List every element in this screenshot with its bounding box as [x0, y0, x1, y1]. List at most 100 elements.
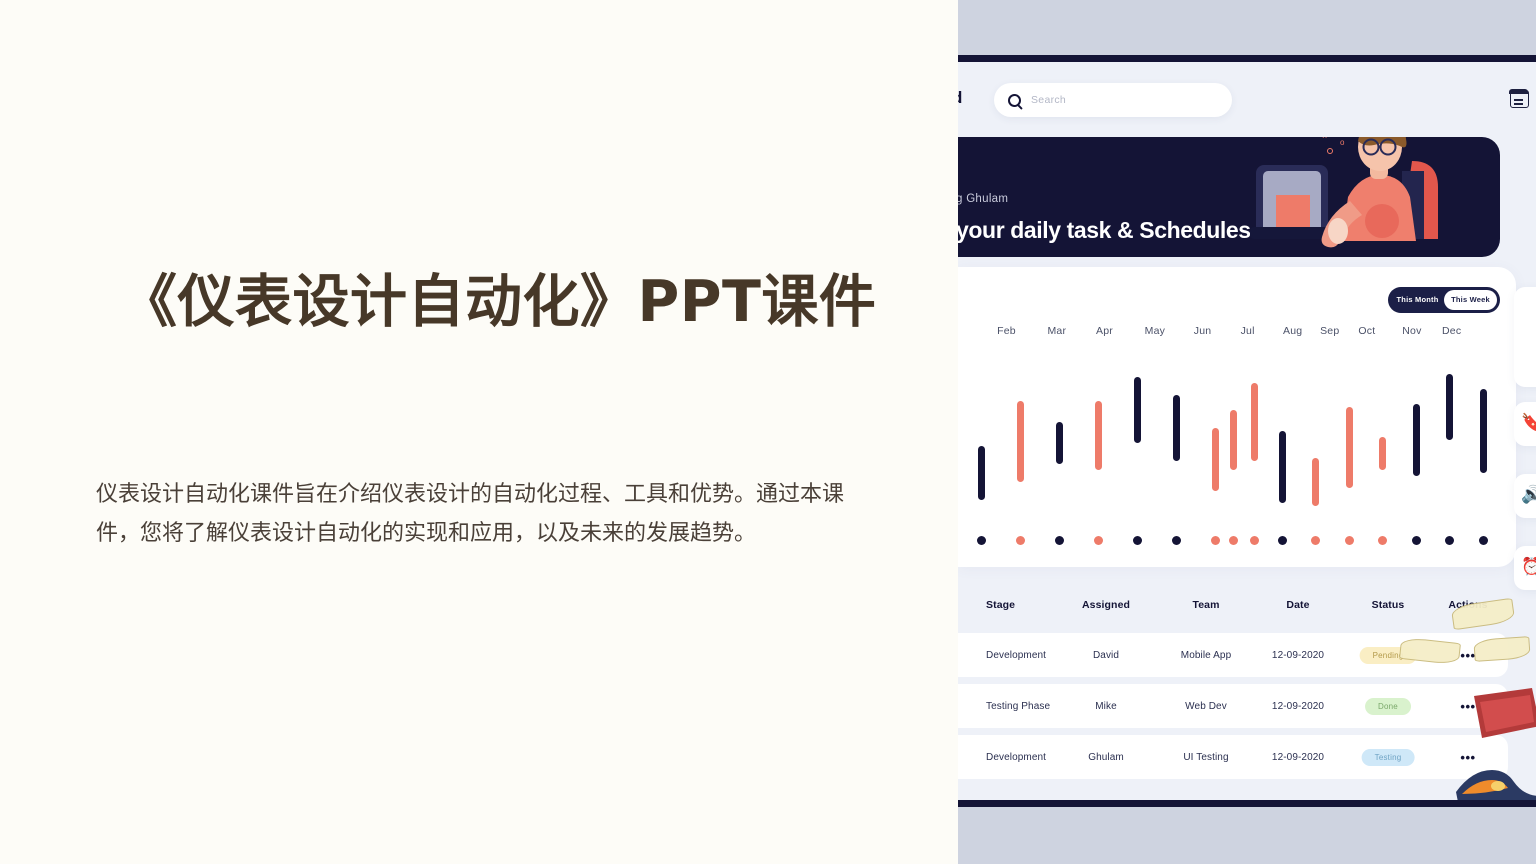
status-badge: Done — [1365, 697, 1411, 715]
chart-x-tick: Jul — [1240, 325, 1255, 337]
hero-banner: g Ghulam your daily task & Schedules × o — [958, 137, 1500, 257]
table-cell: Mike — [1095, 700, 1117, 712]
table-cell: Mobile App — [1180, 649, 1232, 661]
chart-x-tick: Dec — [1442, 325, 1462, 337]
table-cell: Development — [986, 751, 1047, 763]
sneaker-decoration — [1456, 770, 1536, 800]
chart-bar-dot — [1445, 536, 1455, 545]
table-cell: Development — [986, 649, 1047, 661]
chart-bar — [1479, 389, 1487, 473]
svg-text:×: × — [1322, 137, 1327, 141]
chart-x-tick: Oct — [1358, 325, 1376, 337]
rail-bookmark-off-button[interactable]: 🔖 — [1514, 402, 1536, 446]
table-column-header: Status — [1371, 599, 1405, 611]
chart-bar — [1345, 407, 1353, 488]
table-cell: 12-09-2020 — [1271, 649, 1325, 661]
table-cell: UI Testing — [1183, 751, 1229, 763]
bookmark-off-icon: 🔖 — [1521, 413, 1536, 432]
chart-bar — [1312, 458, 1320, 506]
chart-bar-dot — [1210, 536, 1220, 545]
table-cell: David — [1092, 649, 1120, 661]
chart-bar — [1172, 395, 1180, 461]
chart-bar-dot — [1311, 536, 1321, 545]
slide-root: 《仪表设计自动化》PPT课件 仪表设计自动化课件旨在介绍仪表设计的自动化过程、工… — [0, 0, 1536, 864]
tasks-table: StageAssignedTeamDateStatusActions Devel… — [958, 587, 1516, 800]
briefcase-decoration — [1474, 688, 1536, 738]
chart-x-tick: Sep — [1320, 325, 1340, 337]
table-column-header: Stage — [986, 599, 1016, 611]
chart-bar-dot — [1229, 536, 1239, 545]
toggle-this-month[interactable]: This Month — [1391, 290, 1444, 310]
hero-headline: your daily task & Schedules — [958, 217, 1251, 243]
chart-x-tick: Mar — [1047, 325, 1067, 337]
megaphone-icon: 🔊 — [1521, 485, 1536, 504]
chart-bar-dot — [1478, 536, 1488, 545]
person-at-computer-illustration: × o — [1250, 137, 1438, 248]
chart-bar-dot — [1054, 536, 1064, 545]
chart-x-tick: Jun — [1193, 325, 1212, 337]
activity-chart-card: This Month This Week Feb Mar Apr May Jun Jul A… — [958, 267, 1516, 567]
page-title: 《仪表设计自动化》PPT课件 — [120, 269, 877, 335]
chart-bar-dot — [1378, 536, 1388, 545]
chart-x-tick: Feb — [997, 325, 1016, 337]
chart-bar — [1412, 404, 1420, 476]
search-input[interactable]: Search — [994, 83, 1232, 117]
hero-greeting: g Ghulam — [958, 193, 1009, 205]
toggle-this-week[interactable]: This Week — [1444, 290, 1497, 310]
rail-card-panel[interactable] — [1514, 287, 1536, 387]
table-cell: Web Dev — [1185, 700, 1227, 712]
table-cell: Testing Phase — [986, 700, 1051, 712]
table-column-header: Team — [1192, 599, 1220, 611]
dashboard-topbar: d Search — [958, 62, 1536, 137]
rail-megaphone-button[interactable]: 🔊 — [1514, 474, 1536, 518]
chart-bar — [1094, 401, 1102, 470]
chart-x-axis-labels: Feb Mar Apr May Jun Jul Aug Sep Oct Nov Dec — [972, 325, 1502, 343]
bottom-divider-band — [958, 800, 1536, 807]
chart-bar-dot — [1411, 536, 1421, 545]
slide-description: 仪表设计自动化课件旨在介绍仪表设计的自动化过程、工具和优势。通过本课件，您将了解… — [96, 482, 845, 547]
chart-bars — [958, 359, 1516, 549]
search-placeholder: Search — [1031, 94, 1067, 106]
chart-bar — [1133, 377, 1141, 443]
calendar-icon[interactable] — [1509, 89, 1529, 108]
chart-bar-dot — [1093, 536, 1103, 545]
slide-left-panel: 《仪表设计自动化》PPT课件 仪表设计自动化课件旨在介绍仪表设计的自动化过程、工… — [0, 0, 960, 864]
status-badge: Testing — [1361, 748, 1415, 766]
chart-bar — [1278, 431, 1286, 503]
table-header-row: StageAssignedTeamDateStatusActions — [958, 587, 1508, 623]
table-row[interactable]: Testing Phase Mike Web Dev 12-09-2020 Done ••… — [958, 684, 1508, 728]
chart-bar — [1016, 401, 1024, 482]
chart-bar-dot — [1132, 536, 1142, 545]
chart-bar-dot — [1344, 536, 1354, 545]
chart-bar — [1379, 437, 1387, 470]
chart-bar — [1230, 410, 1238, 470]
period-toggle[interactable]: This Month This Week — [1388, 287, 1500, 313]
chart-x-tick: Nov — [1402, 325, 1422, 337]
chart-bar — [1446, 374, 1454, 440]
top-divider-band — [958, 55, 1536, 62]
chart-bar — [1250, 383, 1258, 461]
dashboard-screenshot-image: d Search g Ghulam your daily task & Sche… — [958, 0, 1536, 864]
subtitle-block: 仪表设计自动化课件旨在介绍仪表设计的自动化过程、工具和优势。通过本课件，您将了解… — [96, 475, 856, 553]
chart-bar-dot — [1277, 536, 1287, 545]
chart-bar-dot — [976, 536, 986, 545]
chart-x-tick: May — [1144, 325, 1166, 337]
chart-bar — [977, 446, 985, 500]
chart-bar-dot — [1171, 536, 1181, 545]
svg-text:o: o — [1340, 138, 1345, 147]
rail-clock-button[interactable]: ⏰ — [1514, 546, 1536, 590]
table-row[interactable]: Development Ghulam UI Testing 12-09-2020 Tes… — [958, 735, 1508, 779]
table-column-header: Assigned — [1081, 599, 1131, 611]
chart-bar-dot — [1015, 536, 1025, 545]
clock-icon: ⏰ — [1521, 557, 1536, 576]
search-icon — [1008, 93, 1021, 107]
table-cell: 12-09-2020 — [1271, 751, 1325, 763]
paper-sheet-decoration — [1473, 636, 1531, 662]
nav-dashboard-label[interactable]: d — [958, 88, 962, 108]
chart-x-tick: Aug — [1282, 325, 1303, 337]
chart-bar — [1055, 422, 1063, 464]
table-cell: 12-09-2020 — [1271, 700, 1325, 712]
title-block: 《仪表设计自动化》PPT课件 — [96, 266, 886, 339]
dashboard-surface: d Search g Ghulam your daily task & Sche… — [958, 62, 1536, 800]
table-cell: Ghulam — [1088, 751, 1124, 763]
